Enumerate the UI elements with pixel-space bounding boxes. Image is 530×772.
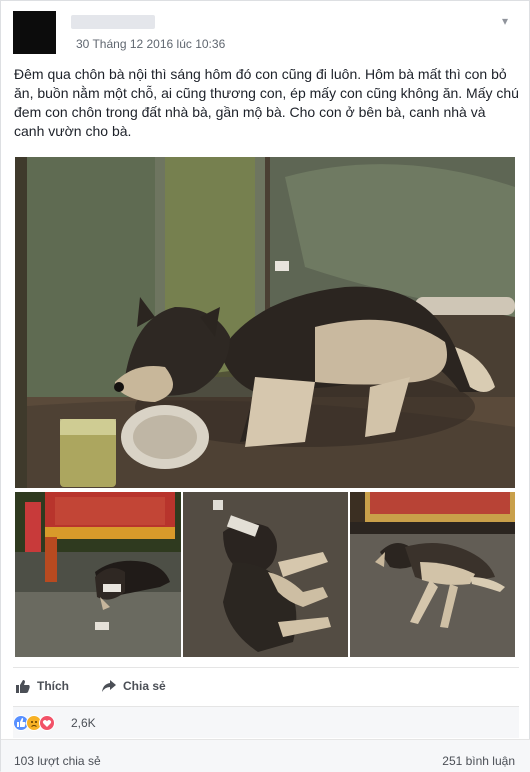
post-text: Đêm qua chôn bà nội thì sáng hôm đó con …	[14, 66, 519, 139]
share-count[interactable]: 103 lượt chia sẻ	[14, 754, 101, 768]
share-label: Chia sẻ	[123, 679, 166, 693]
dog-photo-altar	[15, 492, 181, 657]
share-button[interactable]: Chia sẻ	[101, 678, 166, 694]
share-arrow-icon	[102, 680, 116, 692]
dog-photo-main	[15, 157, 515, 488]
author-name-redacted[interactable]	[71, 15, 155, 29]
post-actions: Thích Chia sẻ	[13, 667, 519, 705]
reaction-count[interactable]: 2,6K	[71, 716, 96, 730]
post-timestamp[interactable]: 30 Tháng 12 2016 lúc 10:36	[76, 37, 225, 51]
comment-count[interactable]: 251 bình luận	[442, 754, 515, 768]
post-card: 30 Tháng 12 2016 lúc 10:36 ▾ Đêm qua chô…	[0, 0, 530, 772]
dog-photo-ground	[183, 492, 348, 657]
photo-main[interactable]	[15, 157, 515, 488]
photo-thumbnail-3[interactable]	[350, 492, 515, 657]
dog-photo-lying	[350, 492, 515, 657]
reactions-bar[interactable]: 2,6K	[13, 706, 519, 738]
love-icon	[39, 715, 55, 731]
avatar[interactable]	[13, 11, 56, 54]
photo-thumbnail-2[interactable]	[183, 492, 348, 657]
reaction-icons	[13, 715, 55, 731]
chevron-down-icon[interactable]: ▾	[495, 13, 515, 29]
like-label: Thích	[37, 679, 69, 693]
thumbs-up-icon	[16, 680, 30, 693]
like-button[interactable]: Thích	[15, 678, 69, 694]
post-header: 30 Tháng 12 2016 lúc 10:36 ▾	[13, 11, 513, 55]
post-footer: 103 lượt chia sẻ 251 bình luận	[1, 739, 530, 772]
photo-thumbnail-1[interactable]	[15, 492, 181, 657]
